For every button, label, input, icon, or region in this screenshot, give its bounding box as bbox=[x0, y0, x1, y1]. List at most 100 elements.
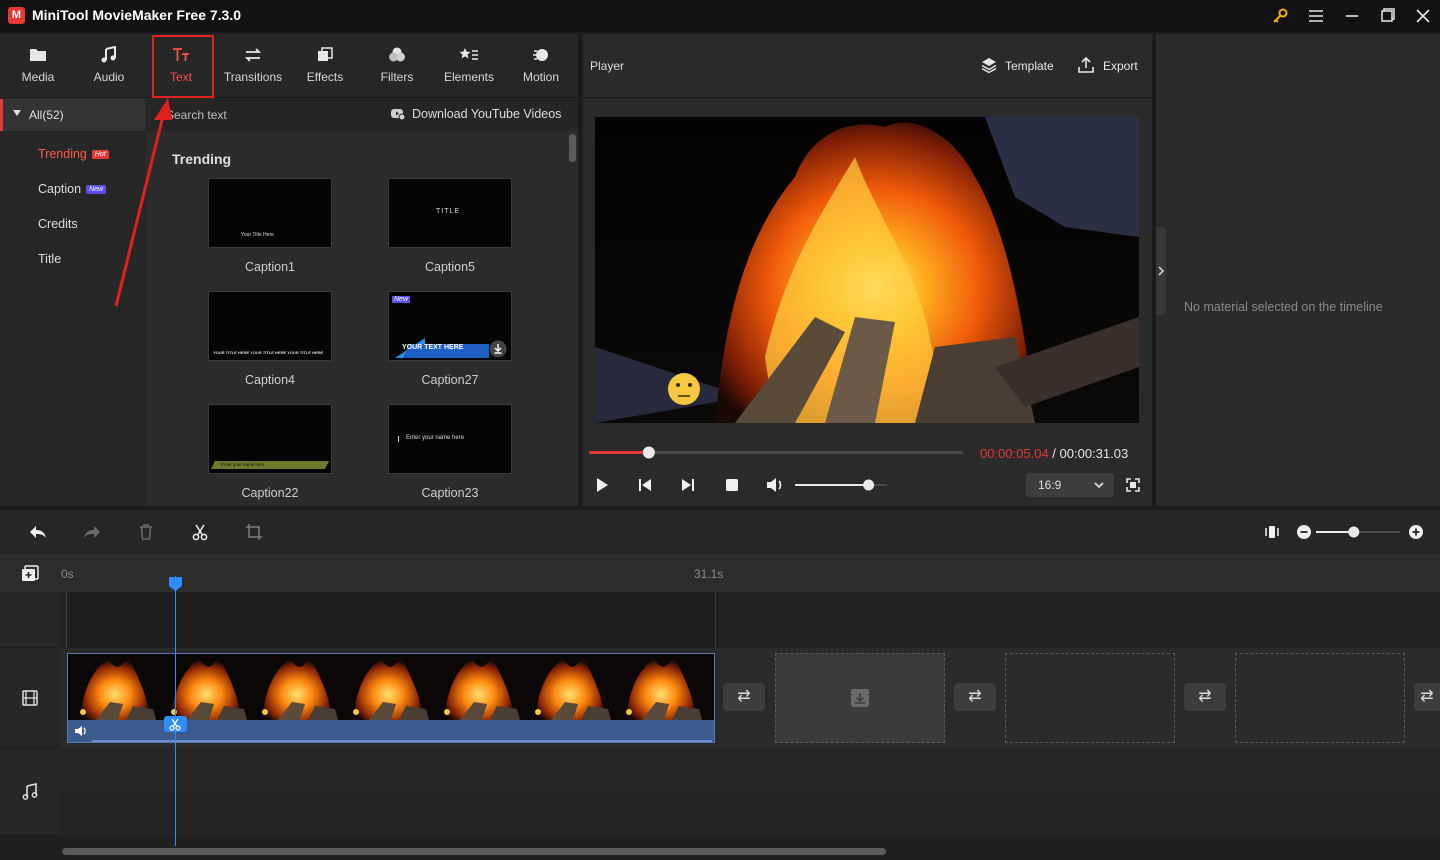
playhead-line[interactable] bbox=[164, 576, 187, 846]
library-toolbar: Media Audio Text Transitions Effects Fil… bbox=[0, 34, 578, 98]
player-title: Player bbox=[590, 59, 625, 73]
category-title-label: Title bbox=[38, 252, 62, 266]
template-caption22[interactable]: Enter your name here Caption22 bbox=[208, 404, 332, 500]
maximize-icon[interactable] bbox=[1375, 4, 1399, 28]
template-caption27[interactable]: New YOUR TEXT HERE Caption27 bbox=[388, 291, 512, 387]
template-caption1[interactable]: Your Title Here Caption1 bbox=[208, 178, 332, 274]
ruler-start-label: 0s bbox=[61, 567, 74, 581]
delete-icon[interactable] bbox=[137, 523, 155, 541]
empty-selection-message: No material selected on the timeline bbox=[1184, 300, 1383, 314]
playhead-handle[interactable] bbox=[168, 576, 183, 592]
chevron-right-icon bbox=[1157, 265, 1165, 277]
app-title: MiniTool MovieMaker Free 7.3.0 bbox=[32, 7, 242, 23]
split-at-playhead-icon[interactable] bbox=[164, 716, 187, 732]
template-caption5[interactable]: TITLE Caption5 bbox=[388, 178, 512, 274]
play-icon[interactable] bbox=[593, 476, 611, 494]
export-icon bbox=[1077, 56, 1095, 74]
zoom-in-icon[interactable] bbox=[1408, 524, 1424, 540]
previous-frame-icon[interactable] bbox=[636, 476, 654, 494]
empty-clip-slot[interactable] bbox=[1235, 653, 1405, 743]
library-panel: Media Audio Text Transitions Effects Fil… bbox=[0, 34, 578, 506]
thumbnail-preview-text: Your Title Here bbox=[241, 232, 274, 238]
clip-thumbnails bbox=[68, 654, 714, 720]
tab-transitions-label: Transitions bbox=[223, 70, 283, 84]
category-credits[interactable]: Credits bbox=[38, 217, 78, 231]
zoom-slider[interactable] bbox=[1314, 524, 1402, 540]
player-panel: Player Template Export 00:00:05.04 / 00:… bbox=[583, 34, 1152, 506]
tab-transitions[interactable]: Transitions bbox=[217, 34, 289, 98]
empty-clip-slot[interactable] bbox=[775, 653, 945, 743]
fit-timeline-icon[interactable] bbox=[1263, 523, 1281, 541]
tab-effects-label: Effects bbox=[306, 70, 344, 84]
youtube-download-icon[interactable] bbox=[390, 106, 406, 122]
split-scissors-icon[interactable] bbox=[191, 523, 209, 541]
template-name: Caption23 bbox=[421, 486, 479, 500]
audio-track-lane[interactable] bbox=[60, 748, 1440, 792]
transition-slot-3[interactable]: ⇄ bbox=[1184, 683, 1226, 711]
category-trending-label: Trending bbox=[38, 147, 87, 161]
drop-here-icon bbox=[850, 688, 870, 708]
template-thumbnail: YOUR TITLE HERE YOUR TITLE HERE YOUR TIT… bbox=[208, 291, 332, 361]
fullscreen-icon[interactable] bbox=[1125, 477, 1141, 493]
tab-effects[interactable]: Effects bbox=[289, 34, 361, 98]
template-caption4[interactable]: YOUR TITLE HERE YOUR TITLE HERE YOUR TIT… bbox=[208, 291, 332, 387]
tab-audio[interactable]: Audio bbox=[73, 34, 145, 98]
music-note-icon bbox=[99, 46, 119, 64]
category-caption-label: Caption bbox=[38, 182, 82, 196]
transition-slot-2[interactable]: ⇄ bbox=[954, 683, 996, 711]
category-trending[interactable]: Trending Hot bbox=[38, 147, 109, 161]
audio-track-lane-2[interactable] bbox=[60, 792, 1440, 836]
next-frame-icon[interactable] bbox=[679, 476, 697, 494]
redo-icon[interactable] bbox=[82, 523, 102, 541]
download-icon[interactable] bbox=[489, 340, 507, 358]
tab-filters[interactable]: Filters bbox=[361, 34, 433, 98]
folder-icon bbox=[28, 46, 48, 64]
collapse-triangle-icon bbox=[13, 110, 21, 116]
category-title[interactable]: Title bbox=[38, 252, 61, 266]
timeline-ruler[interactable]: 0s 31.1s bbox=[0, 554, 1440, 592]
ruler-end-label: 31.1s bbox=[694, 567, 724, 581]
volume-slider[interactable] bbox=[793, 477, 897, 493]
text-track-lane[interactable] bbox=[66, 592, 716, 648]
clip-volume-icon[interactable] bbox=[74, 724, 88, 738]
export-button[interactable]: Export bbox=[1103, 59, 1138, 73]
thumbnail-preview-text: YOUR TITLE HERE YOUR TITLE HERE YOUR TIT… bbox=[213, 350, 324, 355]
aspect-ratio-select[interactable]: 16:9 bbox=[1026, 473, 1114, 497]
zoom-out-icon[interactable] bbox=[1296, 524, 1312, 540]
transition-slot-4[interactable]: ⇄ bbox=[1414, 683, 1440, 711]
progress-bar[interactable] bbox=[589, 445, 971, 461]
transition-slot-1[interactable]: ⇄ bbox=[723, 683, 765, 711]
category-caption[interactable]: Caption New bbox=[38, 182, 107, 196]
video-preview[interactable] bbox=[595, 117, 1139, 423]
tab-motion[interactable]: Motion bbox=[505, 34, 577, 98]
template-button[interactable]: Template bbox=[1005, 59, 1054, 73]
template-thumbnail: Enter your name here bbox=[388, 404, 512, 474]
minimize-icon[interactable] bbox=[1340, 4, 1364, 28]
key-icon[interactable] bbox=[1268, 4, 1292, 28]
tab-elements[interactable]: Elements bbox=[433, 34, 505, 98]
tab-media[interactable]: Media bbox=[2, 34, 74, 98]
template-name: Caption4 bbox=[244, 373, 296, 387]
close-icon[interactable] bbox=[1411, 4, 1435, 28]
library-scrollbar[interactable] bbox=[569, 134, 576, 162]
volume-icon[interactable] bbox=[765, 476, 785, 494]
template-thumbnail: Enter your name here bbox=[208, 404, 332, 474]
stop-icon[interactable] bbox=[723, 476, 741, 494]
timeline-toolbar bbox=[0, 510, 1440, 554]
elements-icon bbox=[459, 46, 479, 64]
volume-knob[interactable] bbox=[863, 479, 875, 491]
progress-knob[interactable] bbox=[642, 446, 655, 459]
template-caption23[interactable]: Enter your name here Caption23 bbox=[388, 404, 512, 500]
section-title: Trending bbox=[172, 151, 232, 167]
download-youtube-link[interactable]: Download YouTube Videos bbox=[412, 107, 561, 121]
timeline-horizontal-scrollbar[interactable] bbox=[62, 848, 886, 855]
add-track-icon[interactable] bbox=[20, 564, 40, 582]
undo-icon[interactable] bbox=[28, 523, 48, 541]
zoom-knob[interactable] bbox=[1348, 526, 1360, 538]
empty-clip-slot[interactable] bbox=[1005, 653, 1175, 743]
menu-icon[interactable] bbox=[1304, 4, 1328, 28]
crop-icon[interactable] bbox=[245, 523, 263, 541]
panel-collapse-handle[interactable] bbox=[1156, 227, 1166, 315]
tab-filters-label: Filters bbox=[380, 70, 414, 84]
annotation-arrow bbox=[114, 98, 172, 307]
